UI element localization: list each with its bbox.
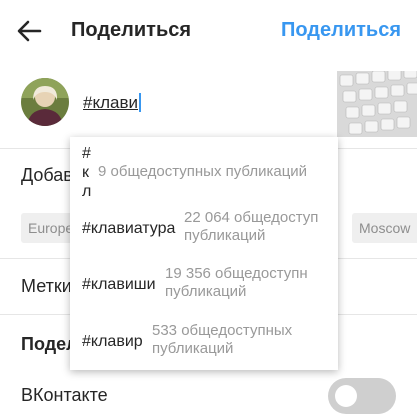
tag-people-row[interactable]: Метки [21, 276, 72, 297]
toggle-knob [335, 385, 357, 407]
hashtag-line: к [82, 164, 89, 181]
post-count: 9 общедоступных публикаций [98, 163, 308, 180]
post-count: 22 064 общедоступ публикаций [184, 209, 318, 245]
page-title: Поделиться [71, 19, 192, 41]
hashtag-text: # к л [82, 144, 91, 201]
hashtag-suggestion[interactable]: #клавиши 19 356 общедоступн публикаций [70, 261, 338, 317]
post-count-line: 22 064 общедоступ [184, 209, 319, 226]
post-count-line: публикаций [184, 227, 266, 244]
vkontakte-label: ВКонтакте [21, 385, 108, 405]
post-count-line: 533 общедоступных [152, 322, 293, 339]
avatar [21, 78, 69, 126]
location-chip[interactable]: Moscow [352, 213, 417, 243]
post-count: 533 общедоступных публикаций [152, 322, 292, 358]
caption-text: #клави [83, 93, 138, 112]
text-cursor [138, 93, 141, 112]
hashtag-text: #клавиши [82, 276, 156, 293]
hashtag-line: # [82, 145, 91, 162]
post-count-line: публикаций [165, 283, 247, 300]
hashtag-suggestion[interactable]: #клавиатура 22 064 общедоступ публикаций [70, 205, 338, 261]
hashtag-suggestion[interactable]: # к л 9 общедоступных публикаций [70, 137, 338, 205]
vkontakte-toggle[interactable] [328, 378, 396, 414]
hashtag-suggestion[interactable]: #клавир 533 общедоступных публикаций [70, 317, 338, 370]
top-bar: Поделиться Поделиться [0, 0, 417, 62]
hashtag-suggestions-dropdown: # к л 9 общедоступных публикаций #клавиа… [70, 137, 338, 370]
back-arrow-icon[interactable] [16, 18, 42, 44]
caption-input[interactable]: #клави [83, 93, 141, 113]
post-count: 19 356 общедоступн публикаций [165, 265, 308, 301]
share-button[interactable]: Поделиться [281, 19, 401, 42]
post-count-line: 19 356 общедоступн [165, 265, 308, 282]
hashtag-text: #клавиатура [82, 220, 176, 237]
hashtag-text: #клавир [82, 333, 143, 350]
photo-thumbnail[interactable] [337, 71, 417, 137]
add-location-row[interactable]: Добав [21, 165, 73, 186]
hashtag-line: л [82, 183, 92, 200]
post-count-line: публикаций [152, 340, 234, 357]
